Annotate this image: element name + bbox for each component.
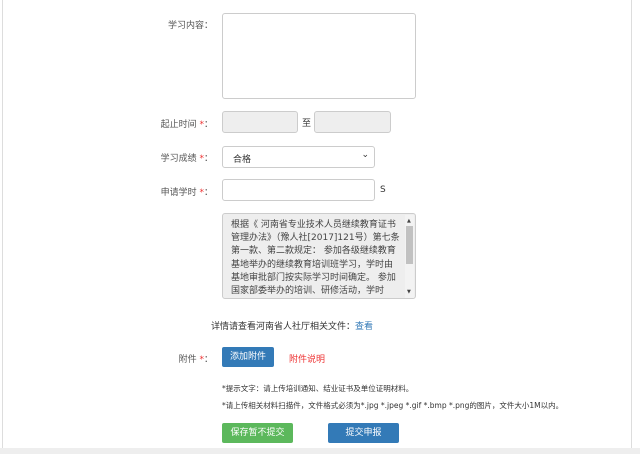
save-draft-button[interactable]: 保存暂不提交 [222,423,293,443]
details-line: 详情请查看河南省人社厅相关文件：查看 [211,319,373,332]
period-label: 起止时间 *： [160,120,213,130]
add-attachment-button[interactable]: 添加附件 [222,347,274,367]
period-separator: 至 [302,119,312,129]
details-link[interactable]: 查看 [355,322,373,332]
hours-input[interactable] [222,179,375,201]
hint-1: *提示文字：请上传培训通知、结业证书及单位证明材料。 [222,384,414,393]
content-textarea[interactable] [222,13,416,99]
grade-select[interactable]: 合格 ⌄ [222,146,375,168]
notice-textarea[interactable]: 根据《 河南省专业技术人员继续教育证书管理办法》（豫人社[2017]121号）第… [222,213,416,299]
details-text: 详情请查看河南省人社厅相关文件： [211,322,356,332]
attachment-explain-link[interactable]: 附件说明 [289,352,325,365]
submit-button[interactable]: 提交申报 [328,423,399,443]
chevron-down-icon: ⌄ [361,150,369,160]
hours-unit: S [380,185,386,195]
start-date-input[interactable] [222,111,298,133]
notice-text: 根据《 河南省专业技术人员继续教育证书管理办法》（豫人社[2017]121号）第… [231,220,400,297]
hours-label: 申请学时 *： [160,188,213,198]
scroll-down-icon[interactable]: ▼ [407,286,411,298]
hint-2: *请上传相关材料扫描件，文件格式必须为*.jpg *.jpeg *.gif *.… [222,401,564,410]
scrollbar-thumb[interactable] [406,226,413,264]
page-bottom-bar [0,448,640,454]
content-label: 学习内容： [167,21,213,31]
end-date-input[interactable] [314,111,391,133]
grade-label: 学习成绩 *： [160,154,213,164]
scrollbar[interactable]: ▲ ▼ [405,215,414,298]
attach-label: 附件 *： [178,355,213,365]
grade-selected: 合格 [233,155,252,165]
